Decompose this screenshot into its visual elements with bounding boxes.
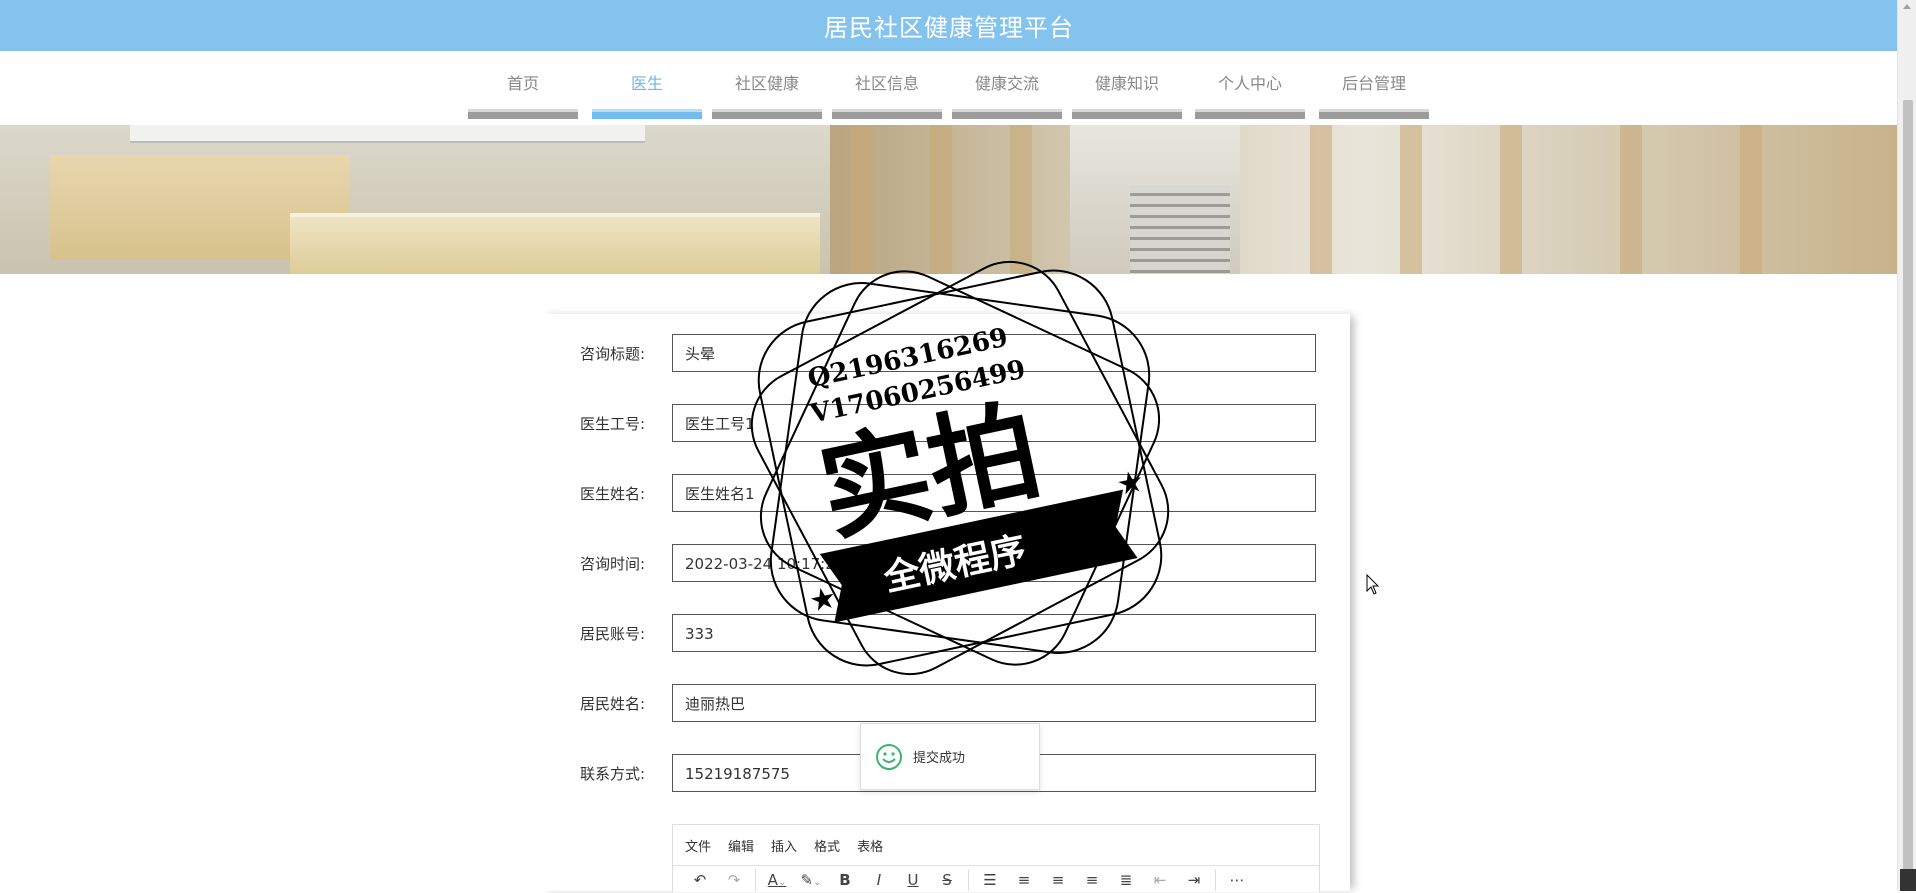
font-color-icon[interactable]: A⌄ [760,871,794,889]
scroll-corner [1900,869,1916,891]
editor-menu-file[interactable]: 文件 [685,836,711,855]
banner-door [1400,125,1422,274]
nav-personal-center-label: 个人中心 [1217,74,1282,93]
banner-door [1010,125,1032,274]
outdent-icon[interactable]: ⇤ [1143,871,1177,889]
banner-cabinet [130,125,645,143]
rich-text-editor: 文件 编辑 插入 格式 表格 ↶ ↷ A⌄ ✎⌄ B I U S ☰ ≡ ≡ ≡… [672,824,1320,892]
resident-name-input[interactable]: 迪丽热巴 [672,684,1316,722]
toolbar-separator [1215,868,1216,891]
banner-door [1310,125,1332,274]
justify-icon[interactable]: ≣ [1109,871,1143,889]
banner-reception-desk [290,213,820,274]
editor-menu-table[interactable]: 表格 [857,836,883,855]
site-title: 居民社区健康管理平台 [824,14,1074,42]
nav-home[interactable]: 首页 [468,71,578,127]
italic-icon[interactable]: I [862,871,896,889]
nav-personal-center-underline [1195,109,1305,119]
banner-hallway [830,125,1898,274]
success-toast: 提交成功 [860,723,1040,790]
toolbar-separator [755,868,756,891]
nav-community-info-label: 社区信息 [854,74,919,93]
nav-community-info-underline [832,109,942,119]
banner-door [1500,125,1522,274]
watermark-stamp: Q2196316269 V17060256499 实拍 全微程序 ★ ★ [750,260,1170,676]
bold-icon[interactable]: B [828,871,862,889]
header-bar: 居民社区健康管理平台 [0,0,1898,51]
underline-icon[interactable]: U [896,871,930,889]
nav-community-health[interactable]: 社区健康 [712,71,822,127]
nav-admin[interactable]: 后台管理 [1319,71,1429,127]
nav-admin-underline [1319,109,1429,119]
editor-menu-insert[interactable]: 插入 [771,836,797,855]
nav-health-knowledge-label: 健康知识 [1094,74,1159,93]
nav-community-health-label: 社区健康 [734,74,799,93]
indent-icon[interactable]: ⇥ [1177,871,1211,889]
hero-banner-image [0,125,1898,274]
banner-door [1620,125,1642,274]
banner-door [930,125,952,274]
undo-icon[interactable]: ↶ [683,871,717,889]
nav-health-forum-label: 健康交流 [974,74,1039,93]
editor-menubar: 文件 编辑 插入 格式 表格 [673,825,1319,865]
editor-menu-edit[interactable]: 编辑 [728,836,754,855]
align-right-icon[interactable]: ≡ [1075,871,1109,889]
scroll-thumb[interactable] [1903,100,1913,890]
nav-health-knowledge[interactable]: 健康知识 [1072,71,1182,127]
nav-health-forum-underline [952,109,1062,119]
highlight-icon[interactable]: ✎⌄ [794,871,828,889]
nav-doctor-underline [592,109,702,119]
toast-message: 提交成功 [913,751,966,766]
banner-door [850,125,872,274]
nav-community-health-underline [712,109,822,119]
scroll-up-arrow-icon[interactable] [1903,4,1911,9]
nav-personal-center[interactable]: 个人中心 [1195,71,1305,127]
align-center-icon[interactable]: ≡ [1041,871,1075,889]
nav-community-info[interactable]: 社区信息 [832,71,942,127]
banner-door [1740,125,1762,274]
mouse-cursor-icon [1366,574,1380,595]
list-icon[interactable]: ☰ [973,871,1007,889]
editor-menu-format[interactable]: 格式 [814,836,840,855]
toolbar-separator [968,868,969,891]
nav-health-knowledge-underline [1072,109,1182,119]
smile-icon [876,743,902,770]
page-scrollbar[interactable] [1897,0,1916,891]
align-left-icon[interactable]: ≡ [1007,871,1041,889]
nav-home-underline [468,109,578,119]
nav-doctor[interactable]: 医生 [592,71,702,127]
editor-toolbar: ↶ ↷ A⌄ ✎⌄ B I U S ☰ ≡ ≡ ≡ ≣ ⇤ ⇥ ⋯ [673,865,1319,893]
redo-icon[interactable]: ↷ [717,871,751,889]
strikethrough-icon[interactable]: S [930,871,964,889]
nav-home-label: 首页 [506,74,539,93]
main-nav: 首页 医生 社区健康 社区信息 健康交流 健康知识 个人中心 后台管理 [0,51,1898,125]
nav-health-forum[interactable]: 健康交流 [952,71,1062,127]
nav-doctor-label: 医生 [630,74,663,93]
more-icon[interactable]: ⋯ [1220,871,1254,889]
nav-admin-label: 后台管理 [1341,74,1406,93]
